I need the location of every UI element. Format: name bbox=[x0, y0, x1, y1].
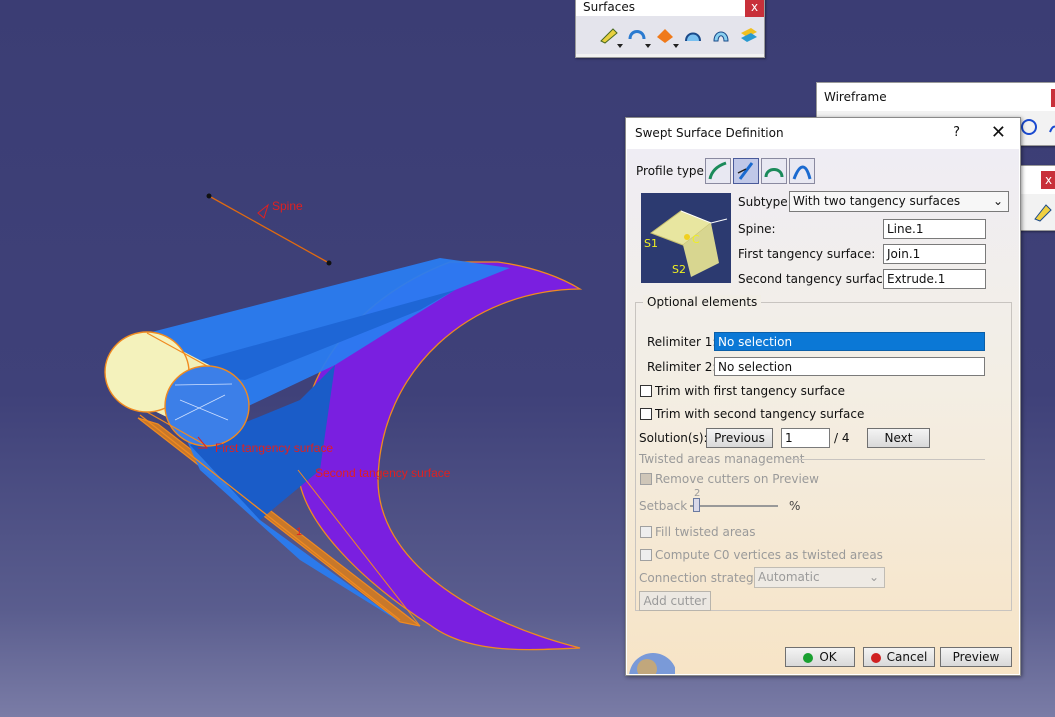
profile-conic-icon[interactable] bbox=[789, 158, 815, 184]
chevron-down-icon: ⌄ bbox=[992, 194, 1003, 208]
subtype-select[interactable]: With two tangency surfaces ⌄ bbox=[789, 191, 1009, 212]
relimiter1-field[interactable]: No selection bbox=[714, 332, 985, 351]
first-tangency-surface-field[interactable]: Join.1 bbox=[883, 244, 986, 264]
swept-surface-dialog: Swept Surface Definition ? ✕ Profile typ… bbox=[625, 117, 1021, 676]
cancel-button[interactable]: Cancel bbox=[863, 647, 935, 667]
s2-label: S2 bbox=[672, 263, 686, 276]
chevron-down-icon: ⌄ bbox=[868, 570, 879, 584]
first-tangency-surface-value: Join.1 bbox=[887, 247, 921, 261]
help-button[interactable]: ? bbox=[953, 118, 960, 148]
setback-unit: % bbox=[789, 499, 801, 513]
dialog-title-bar[interactable]: Swept Surface Definition ? ✕ bbox=[626, 118, 1020, 148]
remove-cutters-label: Remove cutters on Preview bbox=[655, 472, 819, 486]
spine-start-point bbox=[206, 193, 212, 199]
solutions-label: Solution(s): bbox=[639, 431, 708, 445]
profile-circle-icon[interactable] bbox=[761, 158, 787, 184]
solution-total: / 4 bbox=[834, 431, 850, 445]
spine-end-point bbox=[326, 260, 332, 266]
second-tangency-surface-value: Extrude.1 bbox=[887, 272, 946, 286]
next-button[interactable]: Next bbox=[867, 428, 930, 448]
remove-cutters-checkbox[interactable] bbox=[640, 473, 652, 485]
ok-icon bbox=[803, 652, 814, 663]
multisection-icon[interactable] bbox=[738, 23, 760, 47]
surfaces-toolbar-title[interactable]: Surfaces x bbox=[576, 0, 764, 17]
relimiter1-label: Relimiter 1: bbox=[647, 335, 717, 349]
s1-label: S1 bbox=[644, 237, 658, 250]
trim-first-label: Trim with first tangency surface bbox=[655, 384, 846, 398]
marker-label: 1 bbox=[296, 526, 302, 538]
trim-first-checkbox[interactable] bbox=[640, 385, 652, 397]
fill-icon[interactable] bbox=[710, 23, 732, 47]
trim-second-checkbox[interactable] bbox=[640, 408, 652, 420]
spline-icon[interactable] bbox=[1045, 115, 1055, 139]
connection-strategy-label: Connection strategy: bbox=[639, 571, 764, 585]
compute-c0-checkbox[interactable] bbox=[640, 549, 652, 561]
revolve-icon[interactable] bbox=[626, 23, 651, 48]
previous-button[interactable]: Previous bbox=[706, 428, 773, 448]
solution-number-field[interactable]: 1 bbox=[781, 428, 830, 448]
add-cutter-button[interactable]: Add cutter bbox=[639, 591, 711, 611]
second-tangency-label: Second tangency surface bbox=[315, 466, 451, 480]
fill-twisted-checkbox[interactable] bbox=[640, 526, 652, 538]
spine-value: Line.1 bbox=[887, 222, 924, 236]
compute-c0-label: Compute C0 vertices as twisted areas bbox=[655, 548, 883, 562]
third-toolbar: x bbox=[1018, 165, 1055, 231]
second-tangency-surface-label: Second tangency surface: bbox=[738, 272, 895, 286]
offset-icon[interactable] bbox=[654, 23, 679, 48]
twisted-areas-title: Twisted areas management bbox=[639, 452, 805, 466]
relimiter1-value: No selection bbox=[718, 335, 793, 349]
spine-line bbox=[208, 195, 330, 264]
c-label: C bbox=[692, 233, 700, 246]
spine-label-arrow bbox=[257, 203, 269, 219]
wireframe-toolbar-title[interactable]: Wireframe bbox=[817, 83, 1055, 111]
subtype-value: With two tangency surfaces bbox=[793, 194, 961, 208]
setback-slider-handle[interactable] bbox=[693, 498, 700, 512]
subtype-label: Subtype: bbox=[738, 195, 792, 209]
cancel-label: Cancel bbox=[886, 650, 928, 664]
fill-twisted-label: Fill twisted areas bbox=[655, 525, 756, 539]
surfaces-toolbar: Surfaces x bbox=[575, 0, 765, 58]
optional-elements-title: Optional elements bbox=[643, 295, 762, 309]
connection-strategy-select[interactable]: Automatic ⌄ bbox=[754, 567, 885, 588]
relimiter2-label: Relimiter 2: bbox=[647, 360, 717, 374]
first-tangency-label: First tangency surface bbox=[215, 441, 333, 455]
first-tangency-surface-label: First tangency surface: bbox=[738, 247, 876, 261]
ok-label: OK bbox=[819, 650, 837, 664]
second-tangency-surface-field[interactable]: Extrude.1 bbox=[883, 269, 986, 289]
point-icon[interactable] bbox=[1031, 200, 1055, 224]
relimiter2-field[interactable]: No selection bbox=[714, 357, 985, 376]
relimiter2-value: No selection bbox=[718, 360, 793, 374]
twisted-areas-divider bbox=[792, 459, 985, 460]
sweep-icon[interactable] bbox=[682, 23, 704, 47]
spine-label: Spine bbox=[272, 199, 303, 213]
trim-second-label: Trim with second tangency surface bbox=[655, 407, 865, 421]
profile-line-icon[interactable] bbox=[733, 158, 759, 184]
ok-button[interactable]: OK bbox=[785, 647, 855, 667]
spine-field[interactable]: Line.1 bbox=[883, 219, 986, 239]
subtype-illustration: S1 S2 C bbox=[641, 193, 731, 283]
solution-number-value: 1 bbox=[785, 431, 793, 445]
preview-button[interactable]: Preview bbox=[940, 647, 1012, 667]
setback-slider-track bbox=[690, 505, 778, 507]
close-button[interactable]: ✕ bbox=[991, 118, 1006, 148]
cancel-icon bbox=[870, 652, 881, 663]
connection-strategy-value: Automatic bbox=[758, 570, 820, 584]
cylinder-back-rim bbox=[164, 365, 250, 447]
surfaces-toolbar-title-text: Surfaces bbox=[583, 0, 635, 14]
catia-globe-icon bbox=[627, 639, 675, 674]
setback-label: Setback bbox=[639, 499, 688, 513]
dialog-body: Profile type: S1 S2 C Subtype: With two … bbox=[627, 149, 1019, 674]
close-icon[interactable] bbox=[1051, 89, 1055, 107]
spine-label: Spine: bbox=[738, 222, 776, 236]
profile-type-label: Profile type: bbox=[636, 164, 708, 178]
extrude-icon[interactable] bbox=[598, 23, 623, 48]
close-icon[interactable]: x bbox=[1041, 171, 1055, 189]
dialog-title: Swept Surface Definition bbox=[635, 126, 784, 140]
wireframe-toolbar-title-text: Wireframe bbox=[824, 90, 887, 104]
profile-explicit-icon[interactable] bbox=[705, 158, 731, 184]
close-icon[interactable]: x bbox=[745, 0, 764, 17]
